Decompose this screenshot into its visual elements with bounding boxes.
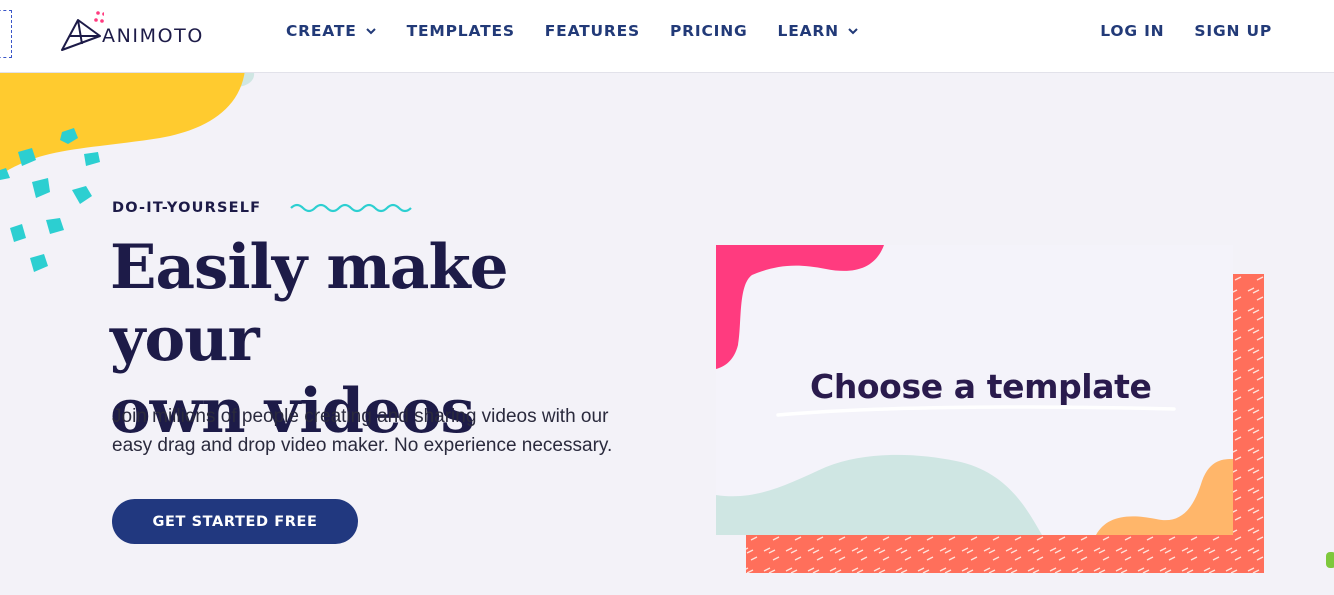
nav-templates-label: TEMPLATES bbox=[406, 22, 515, 40]
nav-learn[interactable]: LEARN bbox=[778, 22, 859, 40]
chevron-down-icon bbox=[365, 28, 376, 35]
chevron-down-icon bbox=[848, 28, 858, 35]
subtext-line-2: easy drag and drop video maker. No exper… bbox=[112, 435, 613, 456]
eyebrow-label: DO-IT-YOURSELF bbox=[112, 200, 262, 216]
main-nav: CREATE TEMPLATES FEATURES PRICING LEARN bbox=[286, 22, 889, 40]
nav-create[interactable]: CREATE bbox=[286, 22, 377, 40]
nav-create-label: CREATE bbox=[286, 22, 357, 40]
decorative-green-dot bbox=[1326, 552, 1334, 568]
animoto-logo[interactable]: ANIMOTO bbox=[60, 10, 204, 54]
nav-pricing[interactable]: PRICING bbox=[670, 22, 748, 40]
get-started-button[interactable]: GET STARTED FREE bbox=[112, 499, 358, 544]
auth-links: LOG IN SIGN UP bbox=[1070, 22, 1272, 40]
selection-outline bbox=[0, 10, 12, 58]
nav-templates[interactable]: TEMPLATES bbox=[407, 22, 515, 40]
animoto-logo-icon bbox=[60, 10, 112, 54]
nav-features[interactable]: FEATURES bbox=[545, 22, 640, 40]
template-card-graphic bbox=[716, 245, 1264, 573]
squiggle-icon bbox=[290, 203, 412, 213]
nav-learn-label: LEARN bbox=[777, 22, 839, 40]
hero-subtext: Join millions of people creating and sha… bbox=[112, 402, 672, 460]
logo-wordmark: ANIMOTO bbox=[102, 25, 204, 47]
signup-link[interactable]: SIGN UP bbox=[1194, 22, 1272, 40]
nav-features-label: FEATURES bbox=[544, 22, 641, 40]
subtext-line-1: Join millions of people creating and sha… bbox=[112, 406, 609, 427]
template-illustration: Choose a template bbox=[716, 245, 1264, 573]
site-header: ANIMOTO CREATE TEMPLATES FEATURES PRICIN… bbox=[0, 0, 1334, 73]
nav-pricing-label: PRICING bbox=[670, 22, 748, 40]
login-link[interactable]: LOG IN bbox=[1100, 22, 1164, 40]
card-title: Choose a template bbox=[810, 367, 1152, 406]
headline-line-1: Easily make your bbox=[110, 232, 509, 375]
